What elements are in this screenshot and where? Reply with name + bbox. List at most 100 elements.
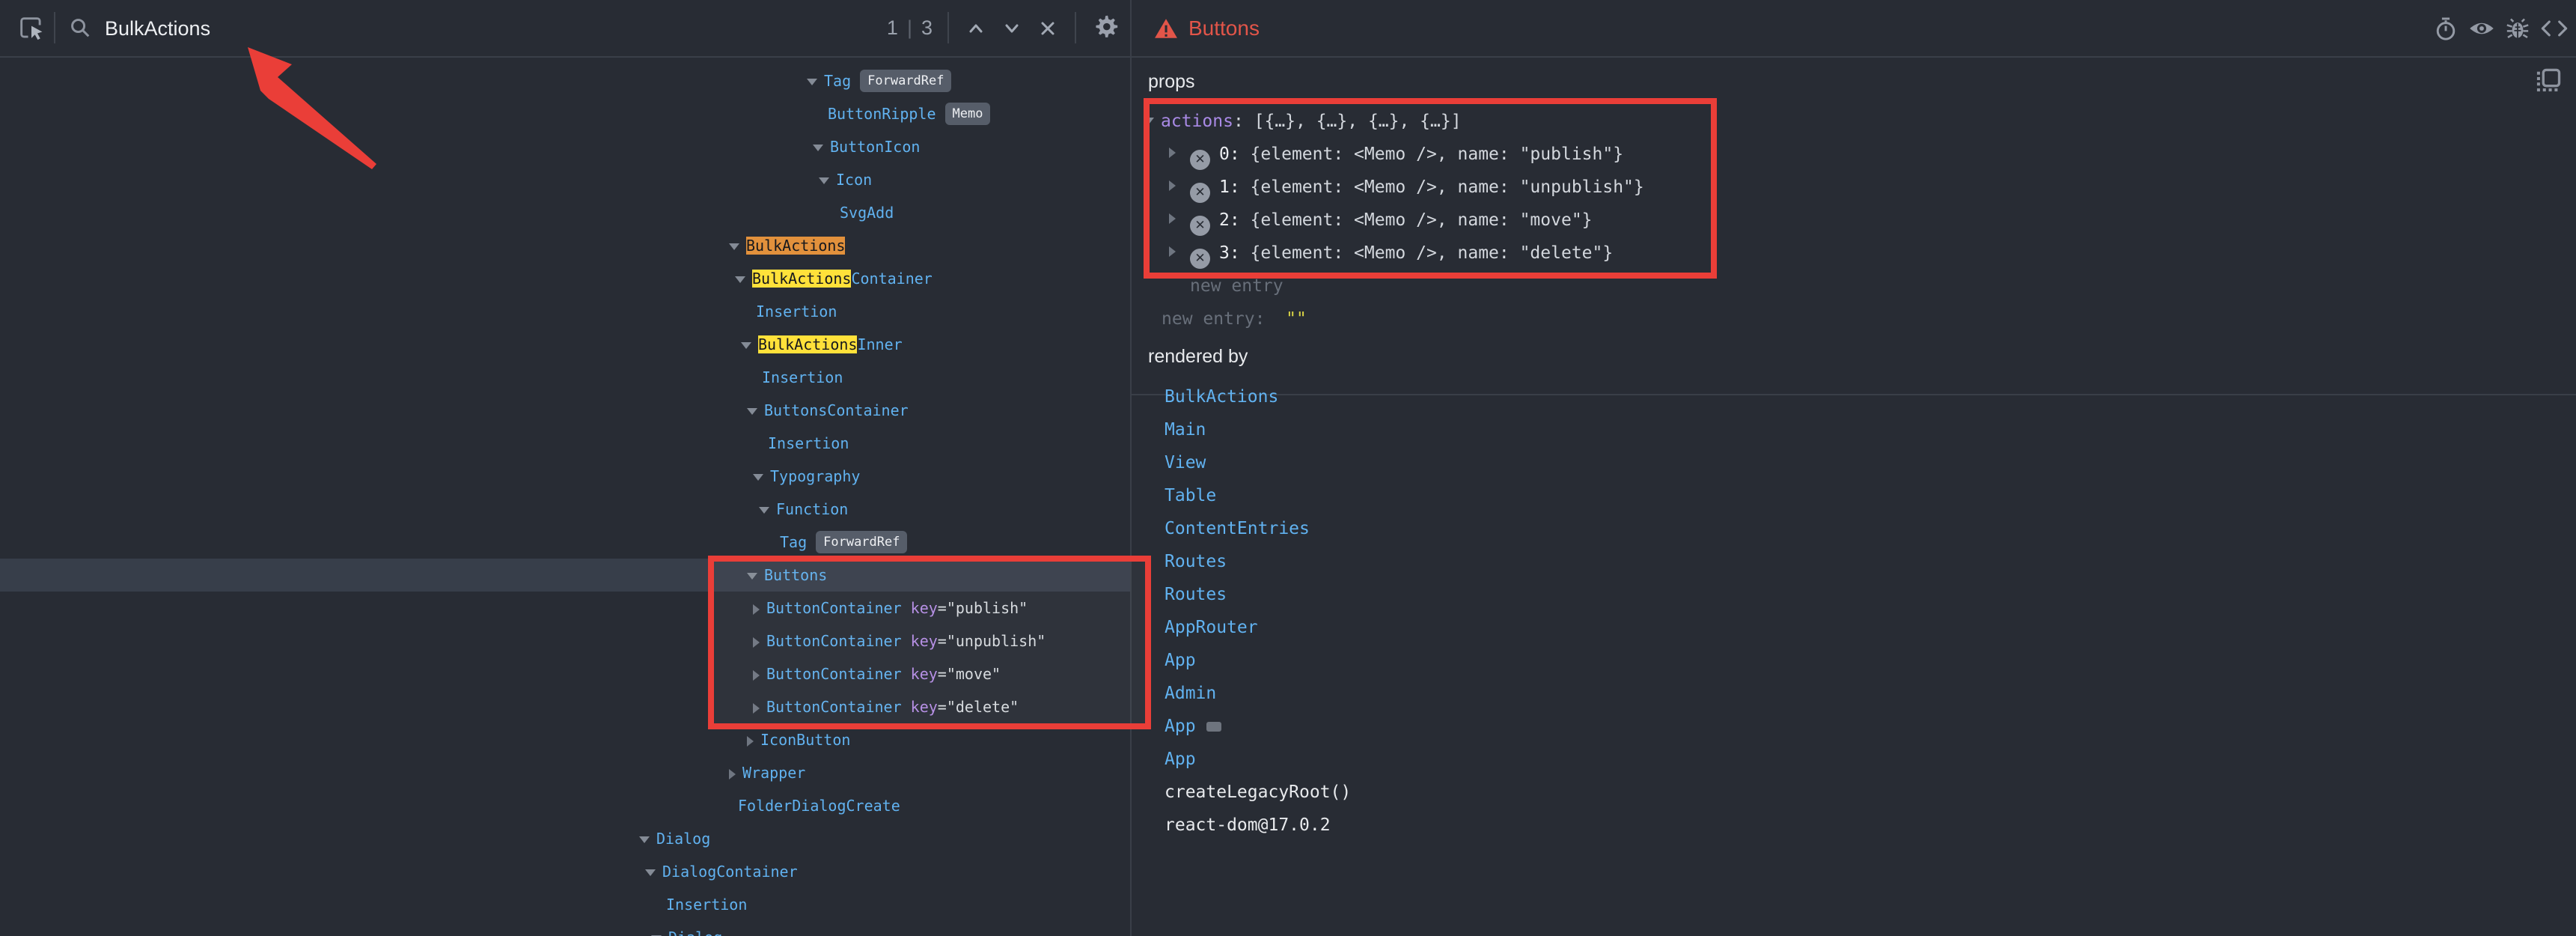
expand-arrow-icon[interactable] xyxy=(729,769,736,780)
prop-key: actions xyxy=(1161,112,1233,131)
clear-search-icon[interactable] xyxy=(1031,0,1064,56)
new-entry-row[interactable]: new entry: "" xyxy=(1162,303,1307,335)
tree-node-function[interactable]: Function xyxy=(0,493,1130,526)
rendered-by-main[interactable]: Main xyxy=(1165,413,1206,446)
settings-gear-icon[interactable] xyxy=(1090,0,1126,56)
component-tree-panel[interactable]: TagForwardRefButtonRippleMemoButtonIconI… xyxy=(0,59,1130,936)
tree-node-wrapper[interactable]: Wrapper xyxy=(0,756,1130,789)
rendered-by-view[interactable]: View xyxy=(1165,446,1206,479)
owner-name: BulkActions xyxy=(1165,387,1278,407)
expand-arrow-icon[interactable] xyxy=(753,637,760,648)
props-array-item-3[interactable]: ✕3: {element: <Memo />, name: "delete"} xyxy=(1169,237,1613,270)
collapse-arrow-icon[interactable] xyxy=(1144,118,1154,124)
tree-node-dialogcontainer[interactable]: DialogContainer xyxy=(0,855,1130,888)
tree-node-bulkactions[interactable]: BulkActions xyxy=(0,229,1130,262)
collapse-arrow-icon[interactable] xyxy=(735,276,745,283)
expand-arrow-icon[interactable] xyxy=(1169,213,1176,224)
tree-node-icon[interactable]: Icon xyxy=(0,163,1130,196)
tree-node-insertion[interactable]: Insertion xyxy=(0,295,1130,328)
next-result-icon[interactable] xyxy=(995,0,1028,56)
rendered-by-admin[interactable]: Admin xyxy=(1165,677,1216,710)
array-item-value: {element: <Memo />, name: "publish"} xyxy=(1240,145,1623,164)
search-highlight: BulkActions xyxy=(746,237,845,255)
warning-triangle-icon xyxy=(1154,17,1178,40)
tree-node-folderdialogcreate[interactable]: FolderDialogCreate xyxy=(0,789,1130,822)
tree-node-iconbutton[interactable]: IconButton xyxy=(0,723,1130,756)
delete-entry-button[interactable]: ✕ xyxy=(1190,150,1210,170)
inspect-dom-eye-icon[interactable] xyxy=(2465,0,2498,56)
previous-result-icon[interactable] xyxy=(959,0,992,56)
owner-name: react-dom@17.0.2 xyxy=(1165,815,1331,835)
tree-node-svgadd[interactable]: SvgAdd xyxy=(0,196,1130,229)
props-array-item-0[interactable]: ✕0: {element: <Memo />, name: "publish"} xyxy=(1169,138,1623,171)
tree-node-buttoncontainer[interactable]: ButtonContainer key="publish" xyxy=(0,592,1130,624)
expand-arrow-icon[interactable] xyxy=(1169,246,1176,257)
tree-node-insertion[interactable]: Insertion xyxy=(0,361,1130,394)
collapse-arrow-icon[interactable] xyxy=(807,79,817,85)
tree-node-buttonripple[interactable]: ButtonRippleMemo xyxy=(0,97,1130,130)
component-name: ButtonRipple xyxy=(828,105,936,123)
expand-arrow-icon[interactable] xyxy=(753,604,760,615)
collapse-arrow-icon[interactable] xyxy=(729,243,739,250)
expand-arrow-icon[interactable] xyxy=(1169,180,1176,191)
tree-node-buttonscontainer[interactable]: ButtonsContainer xyxy=(0,394,1130,427)
owner-name: Routes xyxy=(1165,585,1227,604)
tree-node-insertion[interactable]: Insertion xyxy=(0,427,1130,460)
tree-node-bulkactionscontainer[interactable]: BulkActionsContainer xyxy=(0,262,1130,295)
tree-node-buttoncontainer[interactable]: ButtonContainer key="unpublish" xyxy=(0,624,1130,657)
rendered-by-routes[interactable]: Routes xyxy=(1165,545,1227,578)
rendered-by-routes[interactable]: Routes xyxy=(1165,578,1227,611)
component-name: Tag xyxy=(780,533,807,551)
rendered-by-app[interactable]: App xyxy=(1165,710,1221,743)
collapse-arrow-icon[interactable] xyxy=(639,836,650,843)
panel-layout-icon[interactable] xyxy=(2534,67,2563,99)
view-source-code-icon[interactable] xyxy=(2537,0,2572,56)
tree-node-buttons[interactable]: Buttons xyxy=(0,559,1130,592)
rendered-by-app[interactable]: App xyxy=(1165,644,1196,677)
tree-node-tag[interactable]: TagForwardRef xyxy=(0,526,1130,559)
rendered-by-bulkactions[interactable]: BulkActions xyxy=(1165,380,1278,413)
component-name: Container xyxy=(851,270,932,288)
rendered-by-contententries[interactable]: ContentEntries xyxy=(1165,512,1310,545)
page-title: Buttons xyxy=(1188,16,1260,40)
tree-node-buttoncontainer[interactable]: ButtonContainer key="move" xyxy=(0,657,1130,690)
tree-node-dialog[interactable]: Dialog xyxy=(0,822,1130,855)
profiler-stopwatch-icon[interactable] xyxy=(2429,0,2462,56)
expand-arrow-icon[interactable] xyxy=(753,703,760,714)
collapse-arrow-icon[interactable] xyxy=(747,573,757,580)
props-key-actions[interactable]: actions: [{…}, {…}, {…}, {…}] xyxy=(1144,105,1462,138)
props-array-item-1[interactable]: ✕1: {element: <Memo />, name: "unpublish… xyxy=(1169,171,1644,204)
new-entry-ghost[interactable]: new entry xyxy=(1190,270,1284,303)
collapse-arrow-icon[interactable] xyxy=(741,342,751,349)
expand-arrow-icon[interactable] xyxy=(1169,148,1176,158)
inspect-element-icon[interactable] xyxy=(12,0,51,56)
tree-node-bulkactionsinner[interactable]: BulkActionsInner xyxy=(0,328,1130,361)
delete-entry-button[interactable]: ✕ xyxy=(1190,183,1210,203)
component-name: DialogContainer xyxy=(662,863,798,881)
collapse-arrow-icon[interactable] xyxy=(645,869,656,876)
collapse-arrow-icon[interactable] xyxy=(759,507,769,514)
component-name: Dialog xyxy=(656,830,710,848)
rendered-by-approuter[interactable]: AppRouter xyxy=(1165,611,1258,644)
props-array-item-2[interactable]: ✕2: {element: <Memo />, name: "move"} xyxy=(1169,204,1593,237)
search-input[interactable] xyxy=(105,13,778,43)
expand-arrow-icon[interactable] xyxy=(753,670,760,681)
new-entry-value-input[interactable]: "" xyxy=(1265,309,1306,329)
tree-node-tag[interactable]: TagForwardRef xyxy=(0,64,1130,97)
tree-node-buttonicon[interactable]: ButtonIcon xyxy=(0,130,1130,163)
rendered-by-table[interactable]: Table xyxy=(1165,479,1216,512)
expand-arrow-icon[interactable] xyxy=(747,736,754,747)
array-item-value: {element: <Memo />, name: "unpublish"} xyxy=(1240,177,1644,197)
rendered-by-app[interactable]: App xyxy=(1165,743,1196,776)
delete-entry-button[interactable]: ✕ xyxy=(1190,216,1210,236)
tree-node-buttoncontainer[interactable]: ButtonContainer key="delete" xyxy=(0,690,1130,723)
collapse-arrow-icon[interactable] xyxy=(747,408,757,415)
delete-entry-button[interactable]: ✕ xyxy=(1190,249,1210,269)
tree-node-dialog[interactable]: Dialog xyxy=(0,921,1130,936)
tree-node-insertion[interactable]: Insertion xyxy=(0,888,1130,921)
collapse-arrow-icon[interactable] xyxy=(753,474,763,481)
debug-bug-icon[interactable] xyxy=(2501,0,2534,56)
collapse-arrow-icon[interactable] xyxy=(819,177,829,184)
tree-node-typography[interactable]: Typography xyxy=(0,460,1130,493)
collapse-arrow-icon[interactable] xyxy=(813,145,823,151)
